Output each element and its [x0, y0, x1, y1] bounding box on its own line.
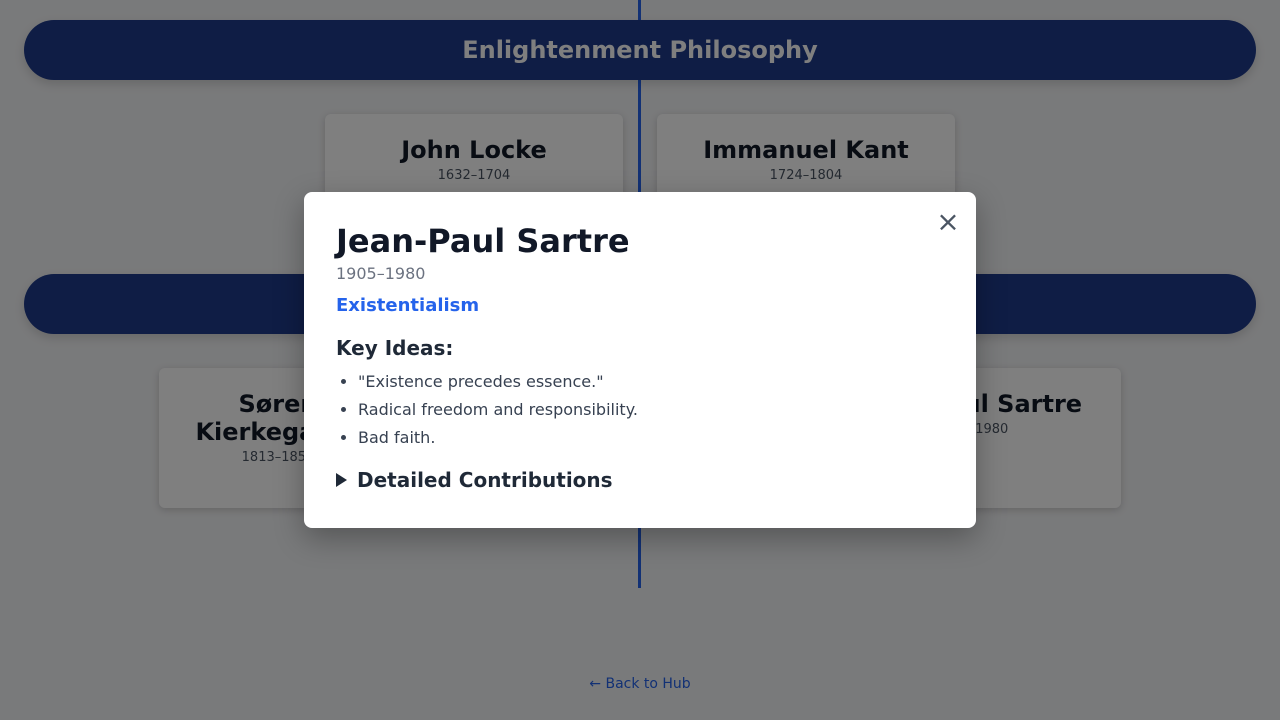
disclosure-triangle-icon	[336, 473, 347, 487]
close-icon[interactable]: ×	[934, 208, 962, 236]
philosopher-modal: × Jean-Paul Sartre 1905–1980 Existential…	[304, 192, 976, 528]
list-item: "Existence precedes essence."	[358, 368, 944, 396]
modal-title: Jean-Paul Sartre	[336, 222, 630, 260]
key-ideas-list: "Existence precedes essence." Radical fr…	[336, 368, 944, 452]
list-item: Radical freedom and responsibility.	[358, 396, 944, 424]
timeline-page: Enlightenment Philosophy John Locke 1632…	[0, 0, 1280, 720]
detailed-contributions-toggle[interactable]: Detailed Contributions	[336, 468, 944, 492]
modal-dates: 1905–1980	[336, 264, 426, 283]
modal-school: Existentialism	[336, 295, 480, 316]
list-item: Bad faith.	[358, 424, 944, 452]
key-ideas-heading: Key Ideas:	[336, 336, 454, 360]
details-label: Detailed Contributions	[357, 468, 613, 492]
